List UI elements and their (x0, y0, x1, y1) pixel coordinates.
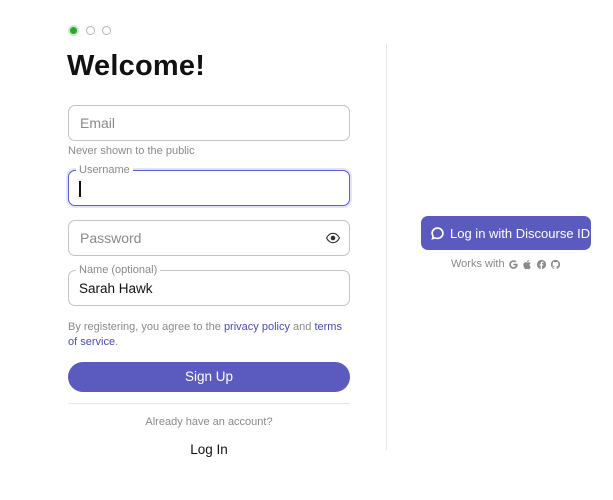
works-with-label: Works with (451, 258, 505, 270)
step-dot-active (68, 25, 79, 36)
discourse-id-login-button[interactable]: Log in with Discourse ID (421, 216, 591, 250)
name-value: Sarah Hawk (79, 281, 153, 296)
facebook-icon (536, 259, 546, 269)
name-field[interactable]: Name (optional) Sarah Hawk (68, 263, 350, 306)
terms-notice: By registering, you agree to the privacy… (68, 320, 353, 350)
email-placeholder: Email (80, 115, 116, 131)
log-in-link[interactable]: Log In (68, 442, 350, 457)
terms-suffix: . (115, 336, 119, 348)
email-hint: Never shown to the public (68, 145, 195, 157)
vertical-divider (386, 44, 387, 450)
password-placeholder: Password (80, 230, 142, 246)
terms-middle: and (289, 321, 315, 333)
divider (68, 403, 350, 404)
password-field[interactable]: Password (68, 220, 350, 256)
terms-prefix: By registering, you agree to the (68, 321, 224, 333)
chat-bubble-icon (431, 226, 444, 240)
text-caret (79, 181, 81, 197)
name-label: Name (optional) (76, 263, 161, 277)
progress-steps (68, 25, 111, 36)
email-field[interactable]: Email (68, 105, 350, 141)
username-label: Username (76, 163, 133, 177)
step-dot (102, 26, 111, 35)
eye-icon[interactable] (326, 231, 340, 245)
apple-icon (522, 259, 531, 269)
discourse-id-label: Log in with Discourse ID (450, 225, 591, 241)
username-field[interactable]: Username (68, 163, 350, 206)
privacy-policy-link[interactable]: privacy policy (224, 321, 290, 333)
page-title: Welcome! (67, 50, 206, 82)
already-account-text: Already have an account? (145, 416, 273, 428)
step-dot (86, 26, 95, 35)
sign-up-button[interactable]: Sign Up (68, 362, 350, 392)
google-icon (508, 259, 518, 269)
github-icon (550, 259, 560, 269)
works-with-row: Works with (451, 258, 561, 270)
